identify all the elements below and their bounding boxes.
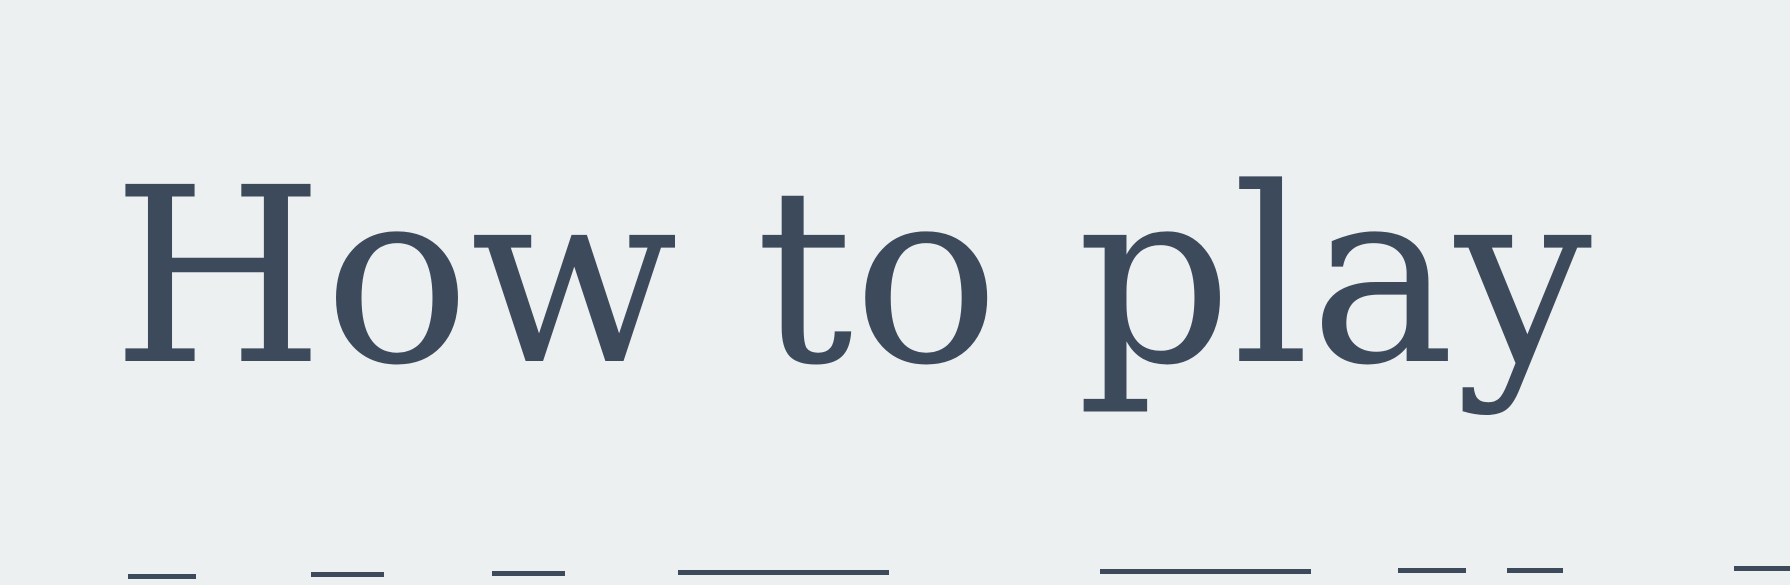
underline-dash	[1734, 566, 1790, 571]
underline-dash	[492, 571, 565, 576]
underline-dash	[1398, 568, 1466, 573]
underline-dash	[311, 572, 384, 577]
underline-dash	[128, 574, 196, 579]
underline-dash	[678, 570, 889, 575]
underline-dash	[1100, 569, 1311, 574]
page-title: How to play	[112, 136, 1593, 419]
underline-dash	[1507, 568, 1563, 573]
